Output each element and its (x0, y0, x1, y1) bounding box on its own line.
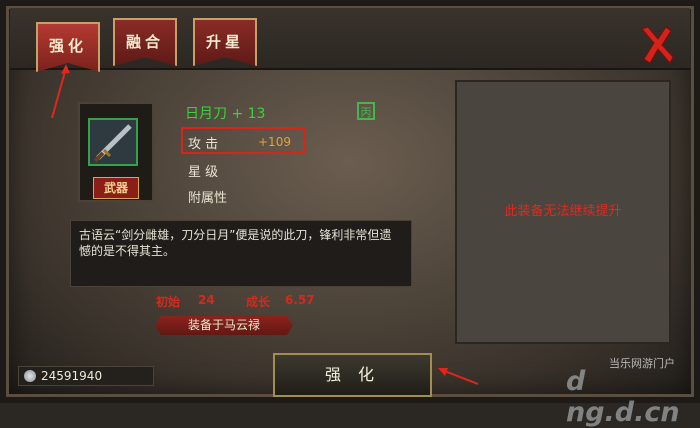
star-label: 星 级 (188, 165, 219, 180)
attack-value: +109 (258, 135, 291, 149)
attribute-label: 附属性 (188, 191, 228, 206)
max-level-message: 此装备无法继续提升 (504, 204, 622, 219)
watermark-logo: d ng.d.cn (566, 366, 680, 428)
top-bar (10, 8, 690, 70)
item-description: 古语云“剑分雌雄，刀分日月”便是说的此刀，锋利非常但遗憾的是不得其主。 (70, 220, 412, 287)
equipped-on-banner: 装备于马云禄 (155, 316, 293, 335)
sword-icon (88, 118, 138, 166)
close-icon[interactable] (640, 25, 674, 65)
annotation-arrow-button (438, 368, 479, 385)
growth-label: 成长 (246, 295, 271, 309)
initial-value: 24 (198, 293, 215, 307)
coin-icon (24, 370, 36, 382)
attack-label: 攻 击 (188, 137, 219, 152)
item-name: 日月刀 + 13 (185, 106, 266, 122)
growth-value: 6.57 (285, 293, 315, 307)
currency-display: 24591940 (18, 366, 154, 386)
weapon-badge: 武器 (93, 177, 139, 199)
enhance-button[interactable]: 强 化 (273, 353, 432, 397)
annotation-arrow-tab (51, 64, 70, 119)
initial-label: 初始 (156, 295, 181, 309)
quality-badge: 丙 (357, 102, 375, 120)
